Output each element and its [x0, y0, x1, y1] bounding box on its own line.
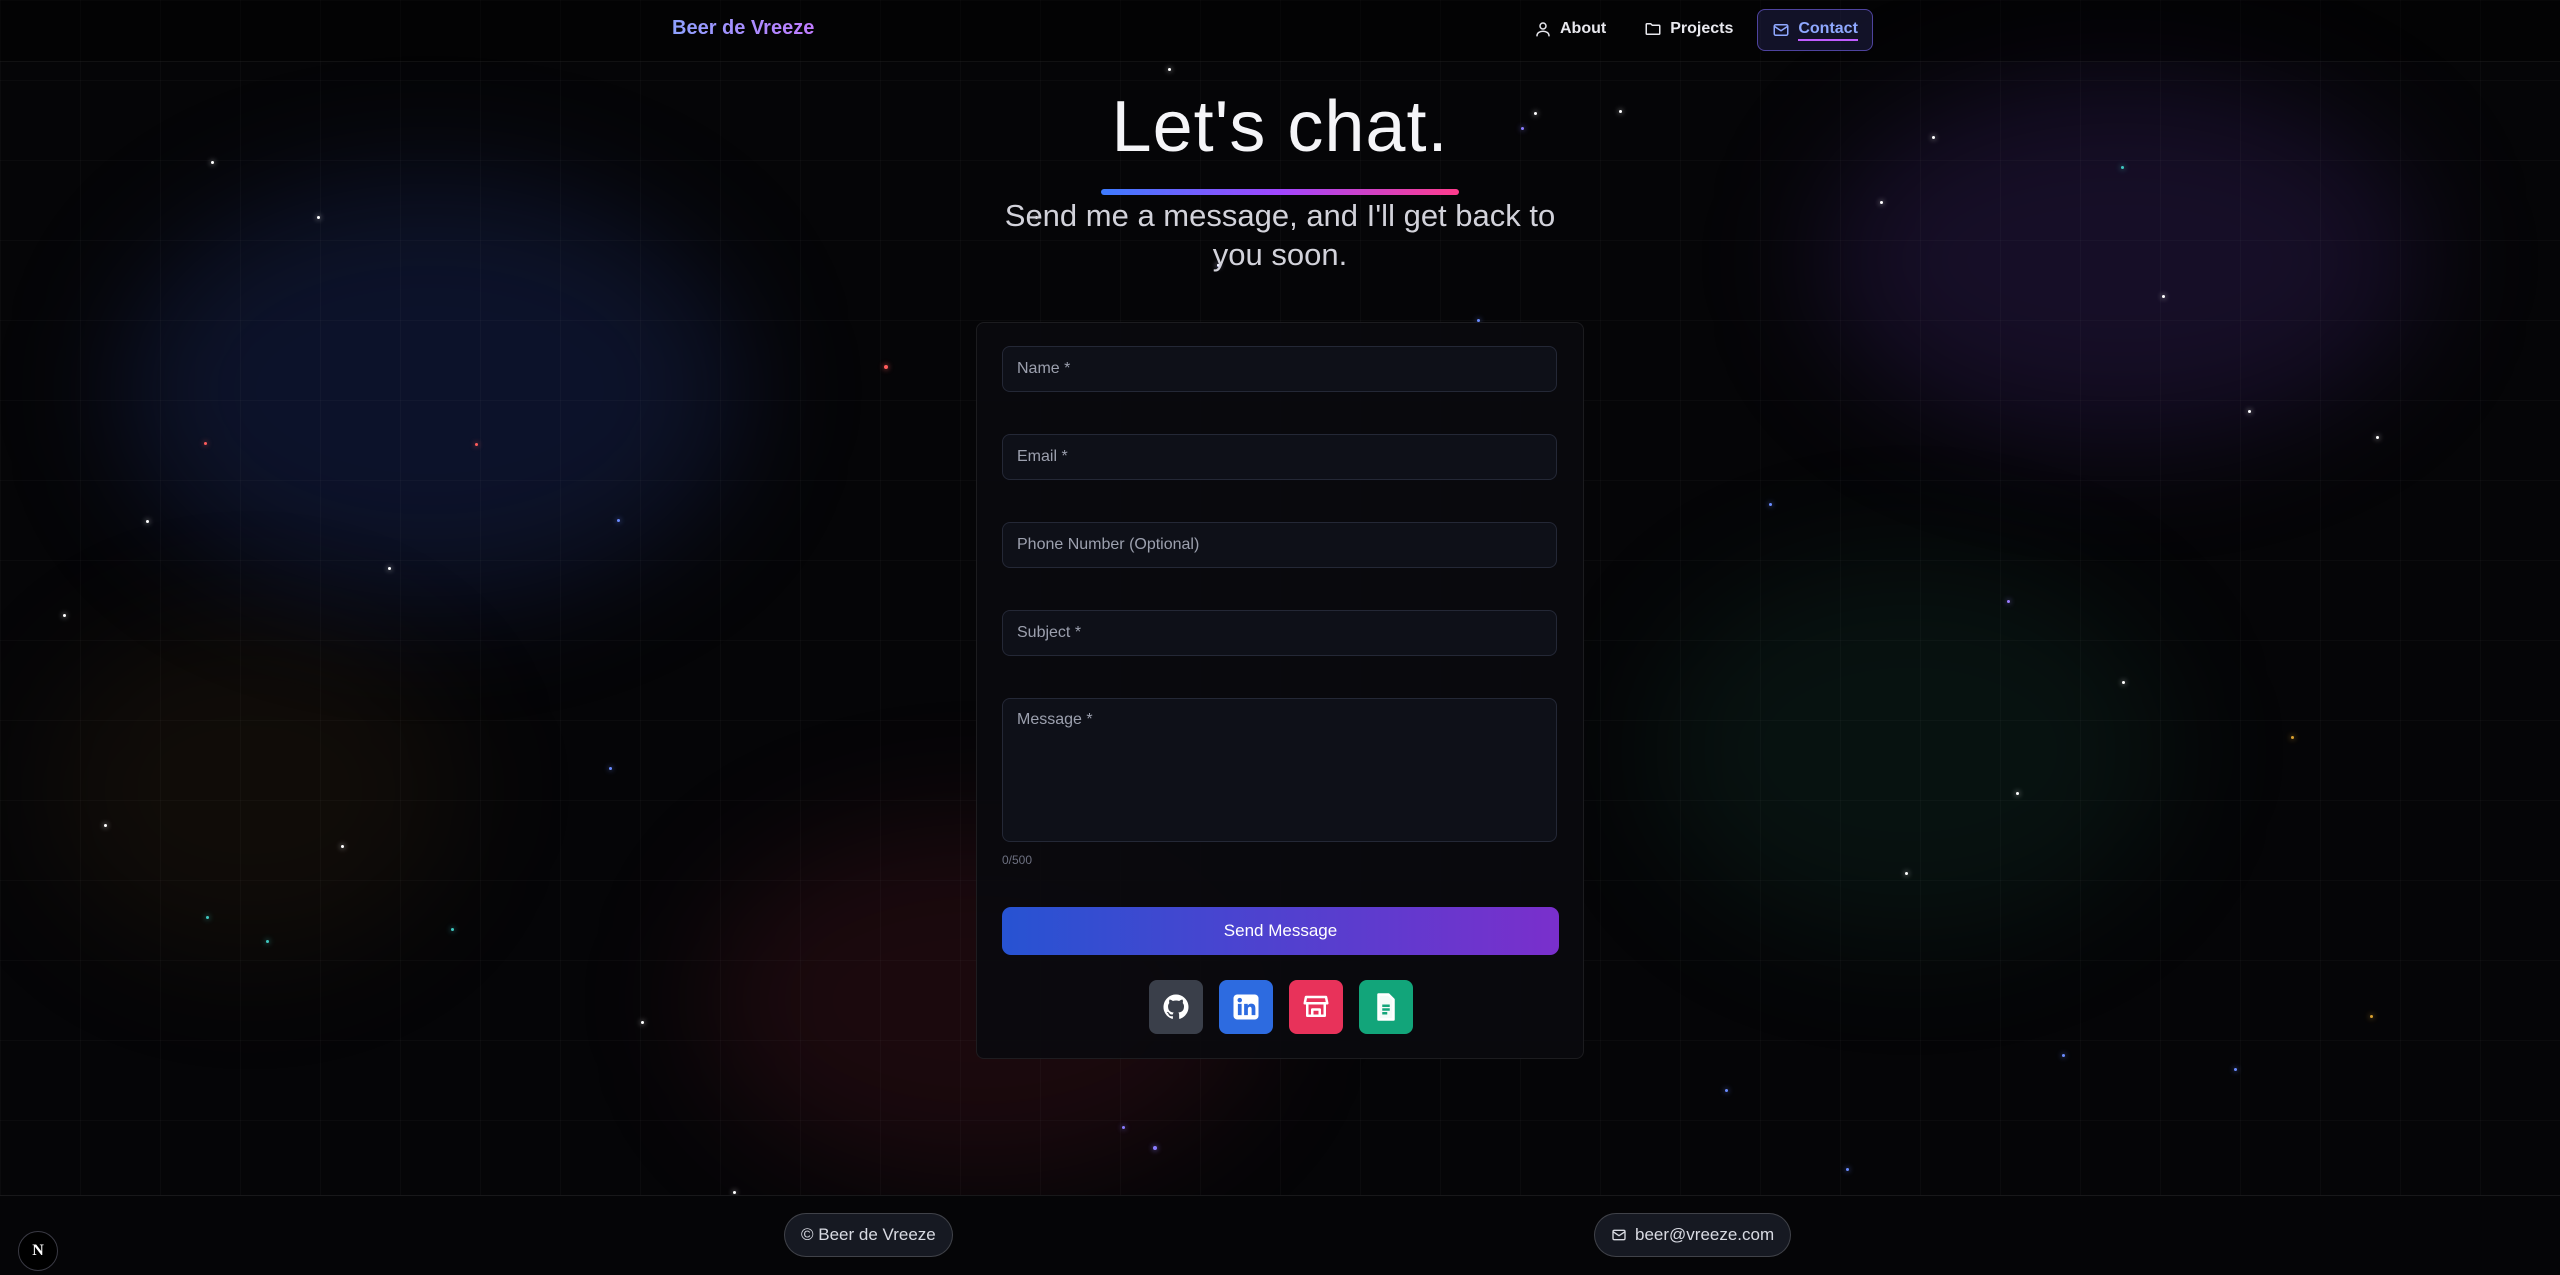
star-dot: [1122, 1126, 1125, 1129]
resume-link-button[interactable]: [1359, 980, 1413, 1034]
copyright-badge: © Beer de Vreeze: [784, 1213, 953, 1257]
main-nav: About Projects Contact: [1520, 9, 1873, 51]
nav-item-label: About: [1560, 20, 1607, 37]
nav-item-about[interactable]: About: [1520, 9, 1620, 49]
message-field[interactable]: [1002, 698, 1557, 842]
star-dot: [204, 442, 207, 445]
mail-icon: [1773, 24, 1789, 36]
star-dot: [63, 614, 66, 617]
message-char-counter: 0/500: [1002, 853, 1033, 867]
star-dot: [641, 1021, 644, 1024]
star-dot: [1769, 503, 1772, 506]
star-dot: [1725, 1089, 1728, 1092]
background-glow-green: [1650, 560, 2170, 940]
star-dot: [2016, 792, 2019, 795]
star-dot: [206, 916, 209, 919]
footer: © Beer de Vreeze beer@vreeze.com: [0, 1195, 2560, 1275]
star-dot: [2122, 681, 2125, 684]
nav-item-projects[interactable]: Projects: [1630, 9, 1747, 49]
star-dot: [2162, 295, 2165, 298]
social-links: [1149, 980, 1413, 1034]
nav-item-contact[interactable]: Contact: [1757, 9, 1873, 51]
star-dot: [2007, 600, 2010, 603]
background-glow-amber: [40, 620, 460, 960]
star-dot: [884, 365, 888, 369]
star-dot: [266, 940, 269, 943]
star-dot: [146, 520, 149, 523]
star-dot: [475, 443, 478, 446]
star-dot: [1153, 1146, 1157, 1150]
github-link-button[interactable]: [1149, 980, 1203, 1034]
contact-form-card: 0/500 Send Message: [976, 322, 1584, 1059]
name-field[interactable]: [1002, 346, 1557, 392]
subject-field[interactable]: [1002, 610, 1557, 656]
page-subtitle: Send me a message, and I'll get back to …: [1004, 198, 1556, 272]
star-dot: [1905, 872, 1908, 875]
footer-email-link[interactable]: beer@vreeze.com: [1594, 1213, 1792, 1257]
star-dot: [1846, 1168, 1849, 1171]
star-dot: [2370, 1015, 2373, 1018]
footer-email-text: beer@vreeze.com: [1635, 1225, 1775, 1244]
star-dot: [451, 928, 454, 931]
github-icon: [1163, 994, 1189, 1019]
star-dot: [2234, 1068, 2237, 1071]
title-gradient-underline: [1101, 189, 1459, 195]
linkedin-link-button[interactable]: [1219, 980, 1273, 1034]
star-dot: [609, 767, 612, 770]
star-dot: [317, 216, 320, 219]
star-dot: [733, 1191, 736, 1194]
nav-item-label: Projects: [1670, 20, 1734, 37]
star-dot: [341, 845, 344, 848]
star-dot: [2376, 436, 2379, 439]
star-dot: [2248, 410, 2251, 413]
copyright-text: © Beer de Vreeze: [801, 1225, 936, 1244]
mail-icon: [1612, 1229, 1626, 1241]
page-title: Let's chat.: [1111, 87, 1449, 167]
star-dot: [2291, 736, 2294, 739]
star-dot: [2062, 1054, 2065, 1057]
folder-icon: [1645, 23, 1661, 35]
site-brand-logo[interactable]: Beer de Vreeze: [672, 17, 814, 40]
star-dot: [104, 824, 107, 827]
store-icon: [1303, 995, 1329, 1017]
star-dot: [388, 567, 391, 570]
linkedin-icon: [1233, 994, 1259, 1020]
phone-field[interactable]: [1002, 522, 1557, 568]
dev-tools-badge[interactable]: N: [18, 1231, 58, 1271]
star-dot: [1880, 201, 1883, 204]
document-icon: [1377, 993, 1395, 1021]
user-icon: [1536, 22, 1550, 37]
email-field[interactable]: [1002, 434, 1557, 480]
top-navigation-bar: Beer de Vreeze About Projects Contact: [0, 0, 2560, 62]
star-dot: [617, 519, 620, 522]
nav-item-label: Contact: [1798, 20, 1858, 41]
background-glow-blue: [120, 180, 740, 600]
store-link-button[interactable]: [1289, 980, 1343, 1034]
send-message-button[interactable]: Send Message: [1002, 907, 1559, 955]
star-dot: [1168, 68, 1171, 71]
